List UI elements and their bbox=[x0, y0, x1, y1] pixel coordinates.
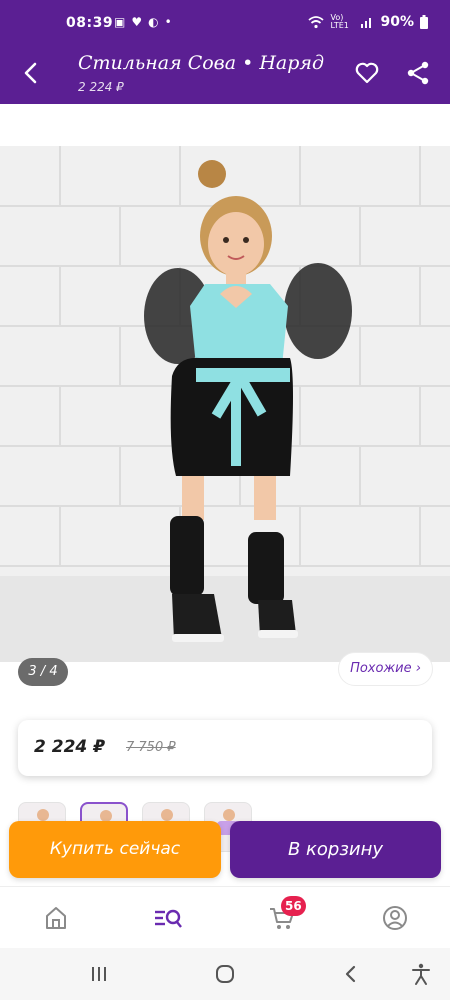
add-to-cart-button[interactable]: В корзину bbox=[230, 821, 441, 878]
back-arrow-icon[interactable] bbox=[18, 60, 44, 86]
back-icon[interactable] bbox=[339, 962, 363, 986]
system-nav-bar bbox=[0, 948, 450, 1000]
battery-level: 90% bbox=[380, 14, 414, 30]
old-price: 7 750 ₽ bbox=[126, 740, 176, 755]
wifi-icon bbox=[308, 16, 325, 29]
status-left-icons: ▣ ♥ ◐ • bbox=[114, 16, 172, 28]
buy-now-button[interactable]: Купить сейчас bbox=[9, 821, 221, 878]
similar-button[interactable]: Похожие › bbox=[338, 652, 433, 686]
header-price: 2 224 ₽ bbox=[78, 80, 124, 94]
home-circle-icon[interactable] bbox=[213, 962, 237, 986]
current-price: 2 224 ₽ bbox=[34, 737, 105, 757]
battery-icon bbox=[420, 15, 428, 29]
accessibility-icon[interactable] bbox=[409, 962, 433, 986]
image-icon: ▣ bbox=[114, 15, 126, 29]
status-bar: 08:39 ▣ ♥ ◐ • Vo) LTE1 90% bbox=[0, 0, 450, 42]
nfc-icon: ◐ bbox=[148, 15, 159, 29]
status-time: 08:39 bbox=[66, 15, 114, 31]
dot-icon: • bbox=[164, 15, 172, 29]
price-card: 2 224 ₽ 7 750 ₽ bbox=[18, 720, 432, 776]
cart-count-badge: 56 bbox=[281, 896, 306, 916]
product-title: Стильная Сова • Наряд bbox=[78, 52, 325, 74]
app-bar: Стильная Сова • Наряд 2 224 ₽ bbox=[0, 42, 450, 104]
network-label: Vo) LTE1 bbox=[330, 13, 349, 30]
heart-icon: ♥ bbox=[131, 15, 143, 29]
profile-icon[interactable] bbox=[381, 904, 409, 932]
image-counter: 3 / 4 bbox=[18, 658, 68, 686]
bottom-nav bbox=[0, 886, 450, 948]
product-photo[interactable] bbox=[0, 146, 450, 662]
recents-icon[interactable] bbox=[87, 962, 111, 986]
home-icon[interactable] bbox=[42, 904, 70, 932]
signal-icon bbox=[361, 18, 372, 28]
favorite-heart-icon[interactable] bbox=[354, 60, 380, 86]
share-icon[interactable] bbox=[405, 60, 431, 86]
status-right-icons: Vo) LTE1 90% bbox=[308, 14, 428, 30]
catalog-search-icon[interactable] bbox=[153, 904, 183, 932]
